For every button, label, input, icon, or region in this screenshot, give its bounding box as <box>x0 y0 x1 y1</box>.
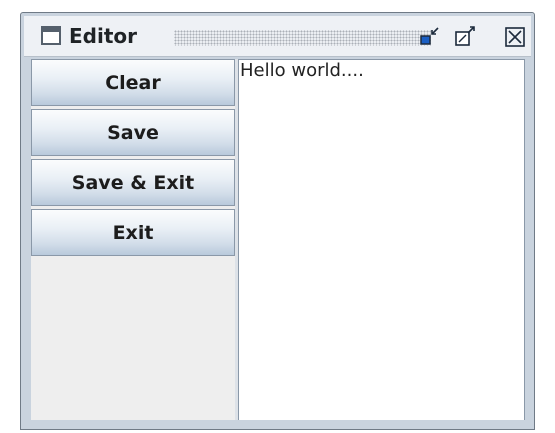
text-editor[interactable]: Hello world.... <box>238 59 525 422</box>
save-and-exit-button[interactable]: Save & Exit <box>31 159 235 206</box>
exit-button[interactable]: Exit <box>31 209 235 256</box>
save-button[interactable]: Save <box>31 109 235 156</box>
maximize-icon <box>455 26 475 46</box>
content-area: Clear Save Save & Exit Exit Hello world.… <box>31 59 525 422</box>
button-panel: Clear Save Save & Exit Exit <box>31 59 235 422</box>
window-icon <box>41 26 61 45</box>
window-title: Editor <box>69 24 137 48</box>
close-icon <box>505 27 525 47</box>
editor-window: Editor Clear Save Save & Exit Exit Hello… <box>20 12 535 430</box>
minimize-button[interactable] <box>418 26 442 48</box>
window-bottom-border[interactable] <box>24 420 531 429</box>
clear-button[interactable]: Clear <box>31 59 235 106</box>
title-bar-grip <box>174 30 431 46</box>
title-bar[interactable]: Editor <box>24 16 531 57</box>
close-button[interactable] <box>504 26 528 48</box>
minimize-icon <box>420 27 439 45</box>
maximize-button[interactable] <box>453 26 477 48</box>
